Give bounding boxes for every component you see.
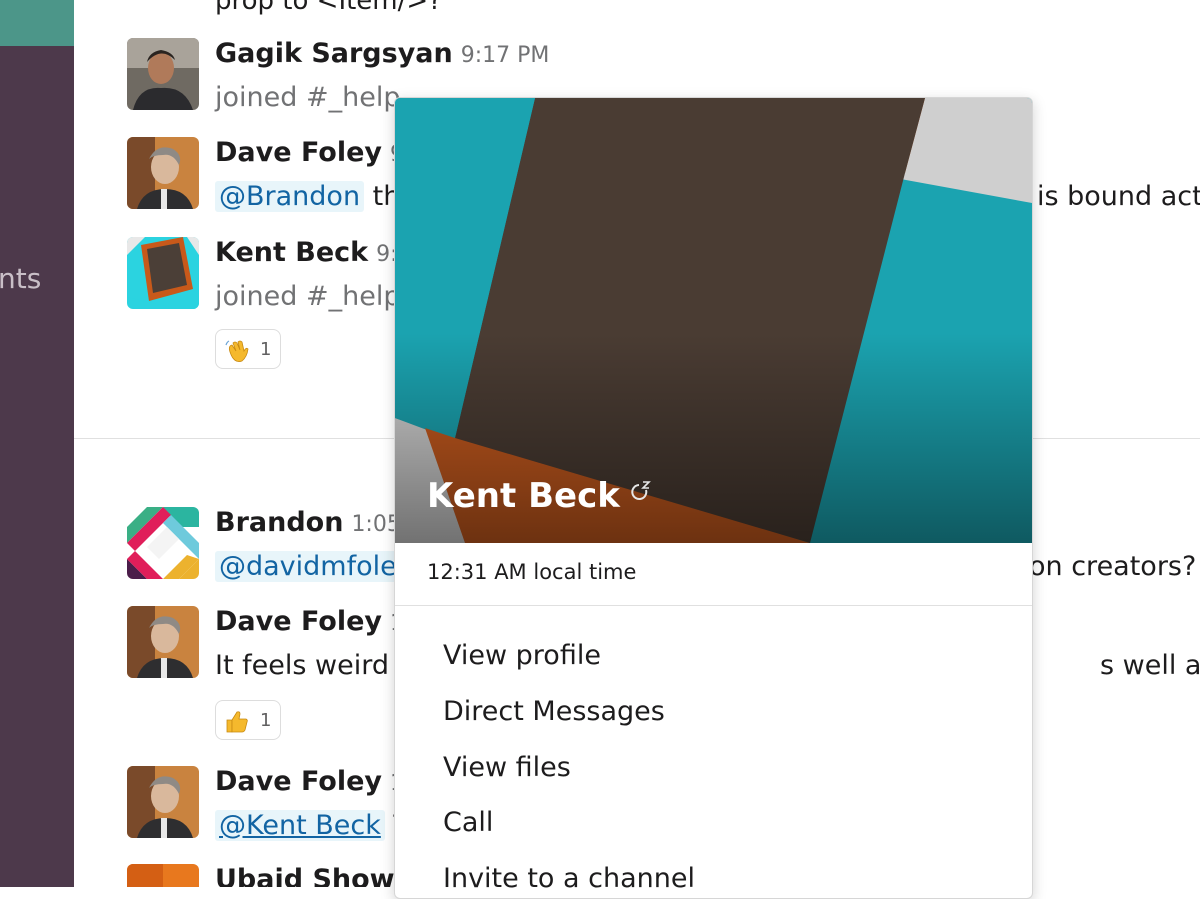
reaction-button[interactable]: 1	[215, 700, 281, 740]
message-text: @Kent Beck T	[215, 810, 410, 841]
avatar-gagik[interactable]	[127, 38, 199, 110]
message-text: prop to <Item/>?	[215, 0, 442, 16]
avatar-ubaid[interactable]	[127, 864, 199, 887]
snooze-icon	[631, 481, 651, 500]
message-text-fragment: is bound acti	[1037, 181, 1200, 212]
message-author[interactable]: Gagik Sargsyan	[215, 38, 453, 69]
local-time: 12:31 AM local time	[427, 560, 637, 584]
message-author[interactable]: Brandon	[215, 507, 343, 538]
message-text: @davidmfoley	[215, 551, 417, 582]
message-author[interactable]: Dave Foley	[215, 606, 382, 637]
message-author[interactable]: Kent Beck	[215, 237, 368, 268]
menu-item-direct-messages[interactable]: Direct Messages	[443, 696, 665, 727]
menu-item-view-profile[interactable]: View profile	[443, 640, 601, 671]
sidebar-active-item[interactable]	[0, 0, 74, 46]
user-mention[interactable]: @davidmfoley	[215, 551, 417, 582]
avatar-dave-foley[interactable]	[127, 137, 199, 209]
menu-item-view-files[interactable]: View files	[443, 752, 571, 783]
message-author[interactable]: Dave Foley	[215, 137, 382, 168]
menu-item-call[interactable]: Call	[443, 807, 493, 838]
avatar-brandon[interactable]	[127, 507, 199, 579]
message-text: joined #_help	[215, 281, 401, 312]
profile-name-text: Kent Beck	[427, 476, 620, 516]
sidebar-item-label[interactable]: nts	[0, 262, 41, 295]
waving-hand-icon	[225, 340, 249, 362]
message-text: @Brandon th	[215, 181, 400, 212]
message-text-fragment: s well as the s	[1100, 650, 1200, 681]
thumbs-up-icon	[226, 711, 248, 733]
avatar-dave-foley[interactable]	[127, 766, 199, 838]
message-author[interactable]: Dave Foley	[215, 766, 382, 797]
profile-popover: Kent Beck 12:31 AM local time View profi…	[394, 97, 1033, 899]
message-text: It feels weird t	[215, 650, 409, 681]
user-mention[interactable]: @Kent Beck	[215, 810, 385, 841]
popover-divider	[395, 605, 1032, 606]
profile-name: Kent Beck	[427, 476, 652, 516]
avatar-kent-beck[interactable]	[127, 237, 199, 309]
user-mention[interactable]: @Brandon	[215, 181, 365, 212]
reaction-count: 1	[260, 710, 272, 731]
workspace-sidebar: nts	[0, 0, 74, 887]
message-text-fragment: on creators?	[1029, 551, 1197, 582]
reaction-count: 1	[260, 339, 272, 360]
avatar-dave-foley[interactable]	[127, 606, 199, 678]
message-author[interactable]: Ubaid Showk	[215, 864, 413, 887]
message-timestamp[interactable]: 9:17 PM	[461, 43, 550, 68]
reaction-button[interactable]: 1	[215, 329, 281, 369]
message-text: joined #_help.	[215, 82, 410, 113]
menu-item-invite-to-channel[interactable]: Invite to a channel	[443, 863, 695, 894]
